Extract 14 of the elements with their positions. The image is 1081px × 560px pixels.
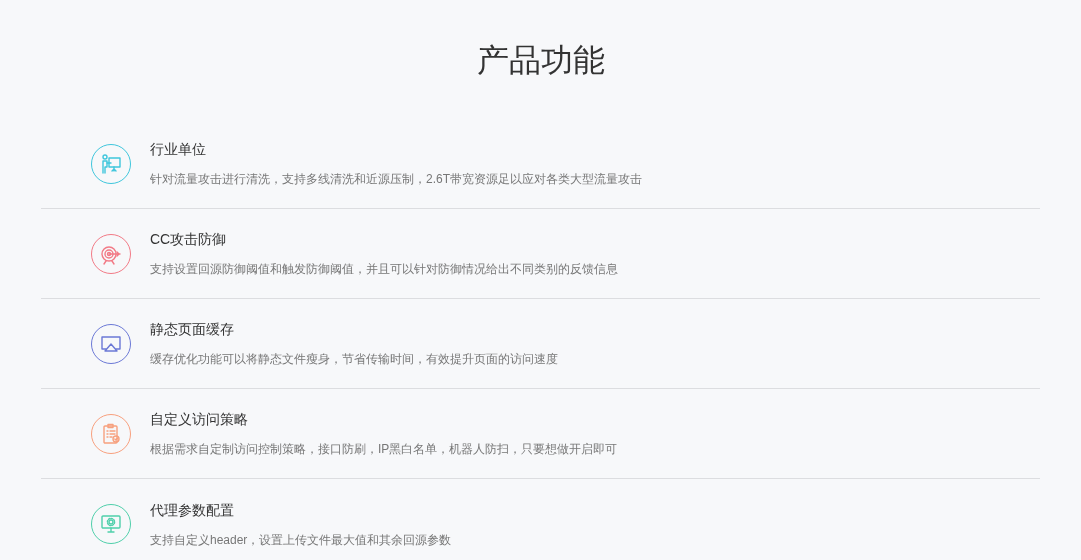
presenter-icon: [100, 152, 122, 175]
feature-title: 静态页面缓存: [150, 320, 235, 339]
feature-description: 支持设置回源防御阈值和触发防御阈值，并且可以针对防御情况给出不同类别的反馈信息: [150, 261, 618, 278]
monitor-icon: [100, 513, 122, 535]
feature-description: 针对流量攻击进行清洗，支持多线清洗和近源压制，2.6T带宽资源足以应对各类大型流量攻击: [150, 171, 642, 188]
feature-description: 根据需求自定制访问控制策略，接口防刷，IP黑白名单，机器人防扫，只要想做开启即可: [150, 441, 618, 458]
feature-title: CC攻击防御: [150, 230, 228, 249]
feature-title: 代理参数配置: [150, 500, 235, 520]
page-heading: 产品功能: [475, 41, 606, 80]
feature-title: 自定义访问策略: [150, 410, 249, 429]
feature-title: 行业单位: [150, 140, 207, 159]
feature-description: 缓存优化功能可以将静态文件瘦身，节省传输时间，有效提升页面的访问速度: [150, 351, 558, 368]
clipboard-icon: [100, 422, 122, 445]
feature-description: 支持自定义header，设置上传文件最大值和其余回源参数: [150, 531, 452, 549]
